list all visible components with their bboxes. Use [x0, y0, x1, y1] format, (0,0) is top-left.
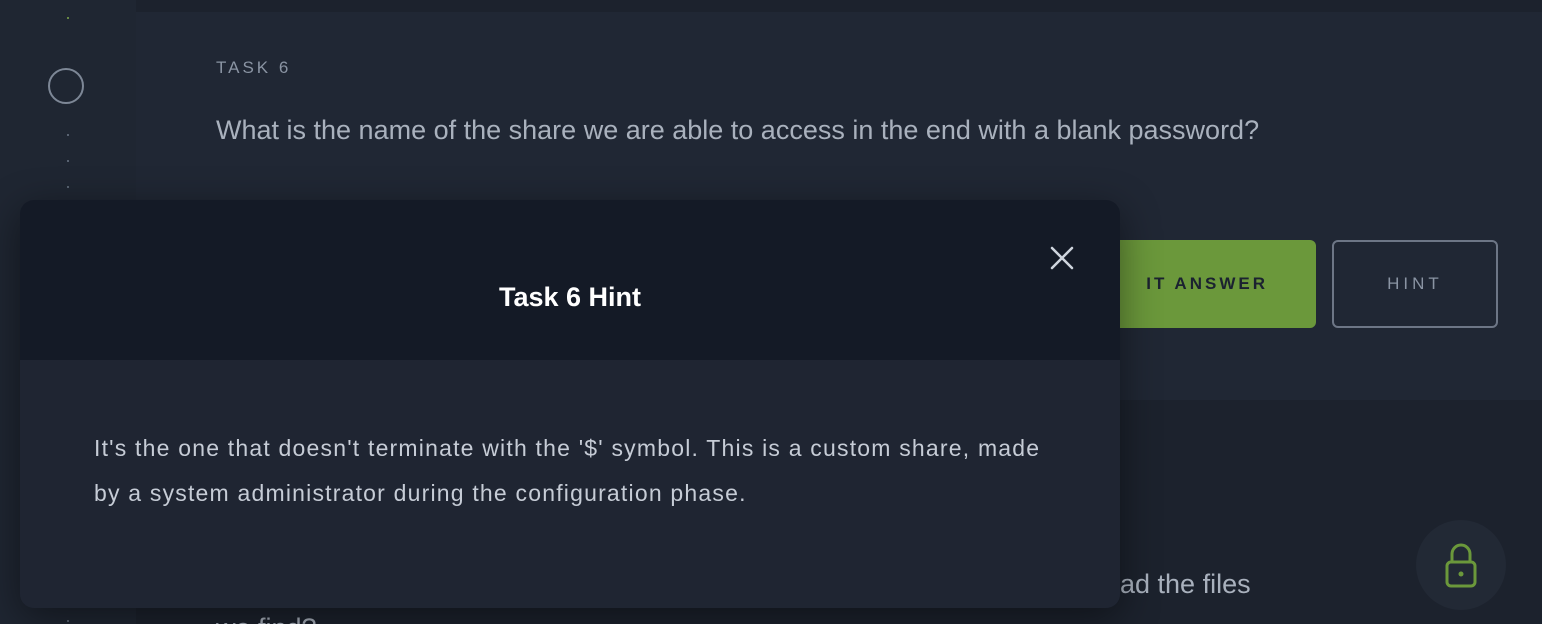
timeline-dot	[67, 186, 69, 188]
timeline-dot	[67, 620, 69, 622]
timeline-dot	[67, 134, 69, 136]
modal-body: It's the one that doesn't terminate with…	[20, 360, 1120, 608]
task-question: What is the name of the share we are abl…	[216, 115, 1260, 145]
close-button[interactable]	[1044, 240, 1080, 276]
next-task-question-line-2: we find?	[216, 606, 1276, 624]
hint-text: It's the one that doesn't terminate with…	[94, 435, 1041, 506]
modal-title: Task 6 Hint	[498, 282, 642, 312]
task-label: TASK 6	[216, 58, 292, 77]
submit-answer-button[interactable]: IT ANSWER	[1096, 240, 1316, 328]
close-icon	[1050, 246, 1074, 270]
modal-header: Task 6 Hint	[20, 200, 1120, 360]
lock-icon	[1445, 543, 1477, 588]
lock-button[interactable]	[1416, 520, 1506, 610]
hint-modal: Task 6 Hint It's the one that doesn't te…	[20, 200, 1120, 608]
step-circle-icon[interactable]	[48, 68, 84, 104]
timeline-dot	[67, 160, 69, 162]
hint-button[interactable]: HINT	[1332, 240, 1498, 328]
page: TASK 6 What is the name of the share we …	[0, 0, 1542, 624]
timeline-dot	[67, 17, 69, 19]
